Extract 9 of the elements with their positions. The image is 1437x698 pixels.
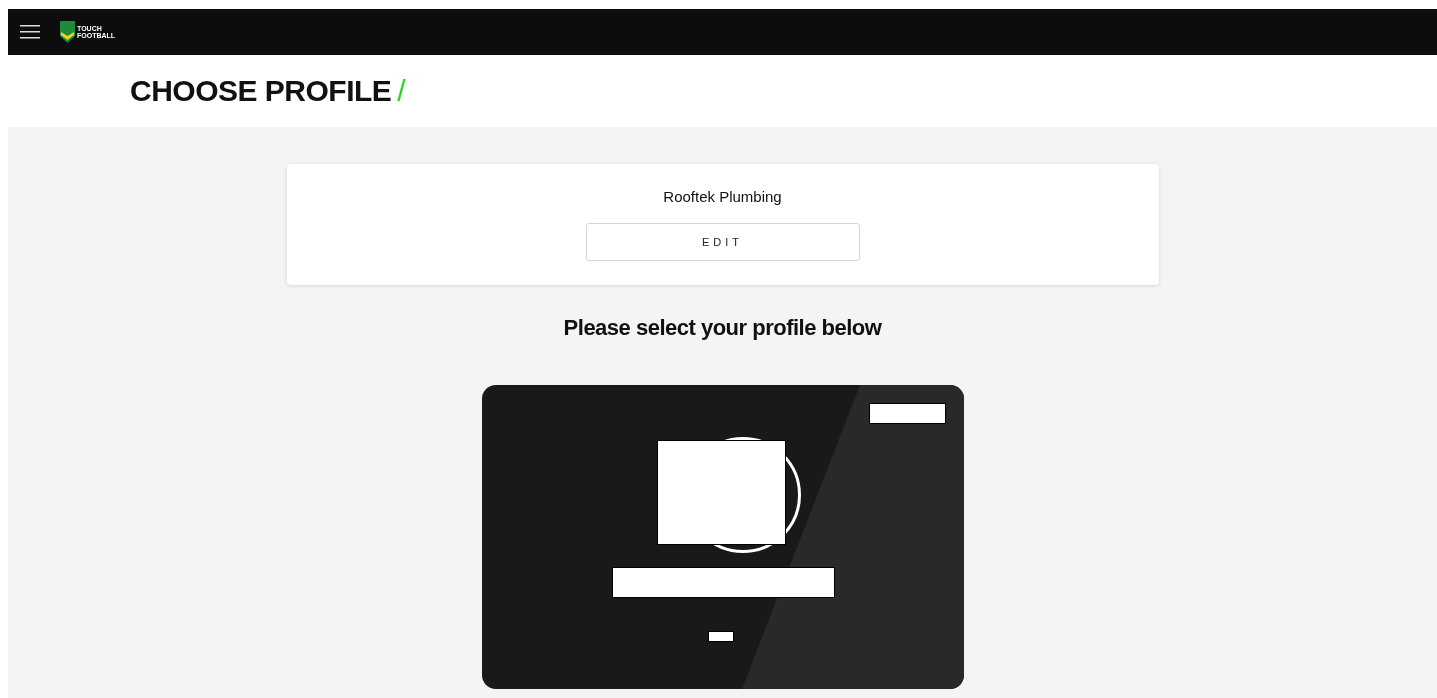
redaction-block (707, 631, 734, 642)
page-title: CHOOSE PROFILE (130, 74, 392, 108)
select-profile-heading: Please select your profile below (563, 315, 882, 341)
profile-card[interactable] (481, 385, 964, 689)
title-accent-slash: / (397, 74, 406, 108)
edit-button[interactable]: EDIT (585, 223, 860, 261)
menu-icon[interactable] (20, 25, 40, 39)
organisation-name: Rooftek Plumbing (663, 188, 782, 205)
shield-logo-icon (60, 21, 75, 43)
